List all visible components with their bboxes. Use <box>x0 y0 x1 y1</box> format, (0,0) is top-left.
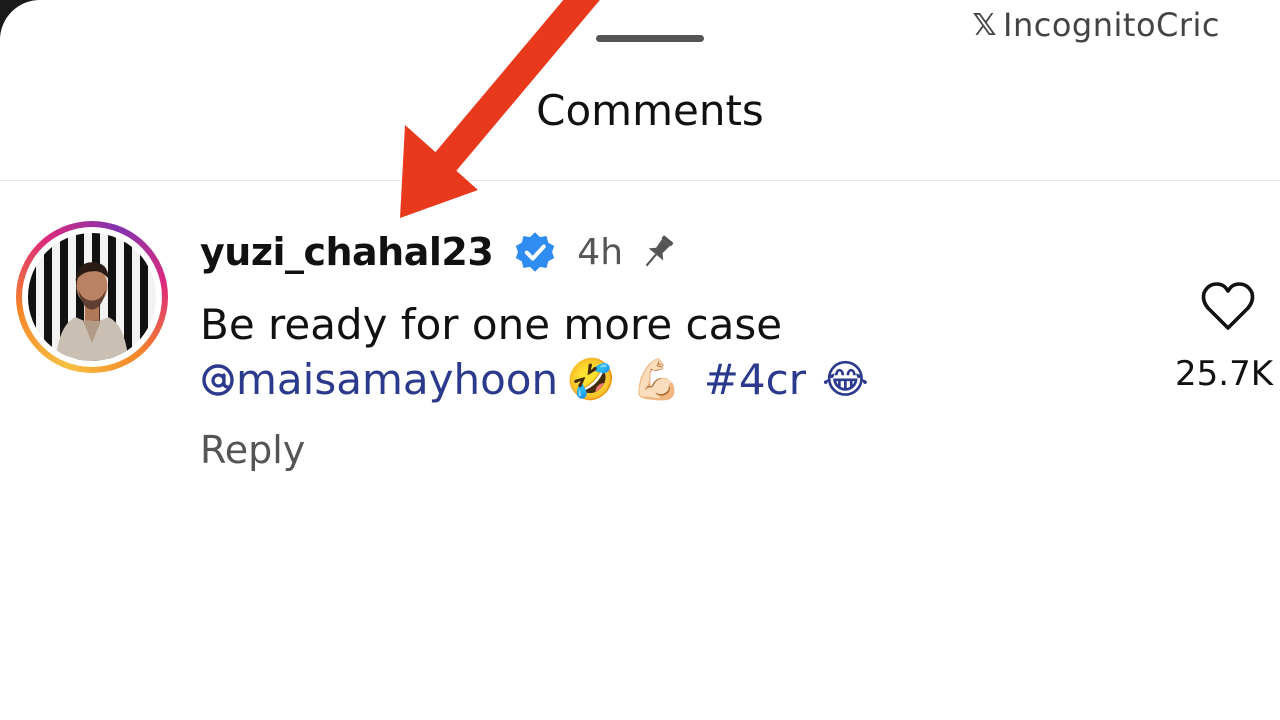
divider <box>0 180 1280 181</box>
drag-handle[interactable] <box>596 35 704 42</box>
like-count: 25.7K <box>1175 354 1273 394</box>
comment-text-line2: maisamayhoon 🤣 💪🏻 #4cr 😂 <box>200 355 877 404</box>
threads-at-icon <box>202 364 234 396</box>
avatar[interactable] <box>16 221 168 373</box>
comments-sheet: 𝕏 IncognitoCric Comments yuzi_chahal23 4… <box>0 0 1280 720</box>
reply-button[interactable]: Reply <box>200 428 305 472</box>
mention-text[interactable]: maisamayhoon <box>236 355 558 404</box>
username[interactable]: yuzi_chahal23 <box>200 230 494 274</box>
comment-text: Be ready for one more case <box>200 300 783 349</box>
hashtag-link[interactable]: #4cr <box>704 355 806 404</box>
emoji-flexed-bicep: 💪🏻 <box>631 357 682 403</box>
avatar-photo <box>28 233 156 361</box>
pin-icon <box>645 235 674 267</box>
verified-badge-icon <box>516 232 555 272</box>
heart-outline-icon[interactable] <box>1200 280 1256 332</box>
x-logo-icon: 𝕏 <box>972 7 998 43</box>
comment-time: 4h <box>577 231 624 273</box>
emoji-joy: 😂 <box>821 356 869 403</box>
watermark: 𝕏 IncognitoCric <box>972 6 1220 44</box>
comment-header: yuzi_chahal23 4h <box>200 226 679 278</box>
mention-link[interactable]: maisamayhoon <box>200 355 558 404</box>
watermark-text: IncognitoCric <box>1003 6 1220 44</box>
sheet-title: Comments <box>536 86 764 135</box>
emoji-rofl: 🤣 <box>566 357 616 403</box>
